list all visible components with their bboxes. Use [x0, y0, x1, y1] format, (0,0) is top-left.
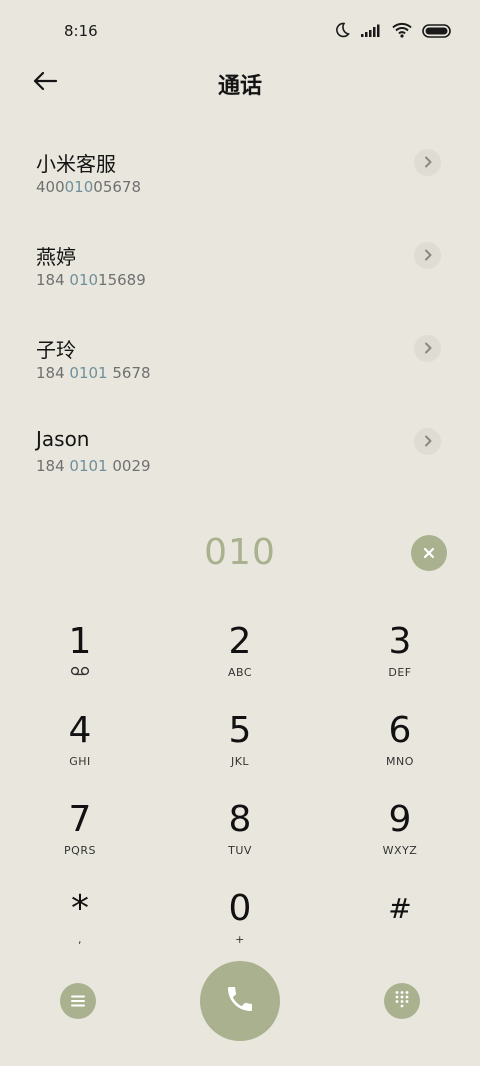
page-title: 通话: [217, 74, 262, 99]
contact-row[interactable]: Jason 184 0101 0029: [0, 413, 480, 506]
key-digit: 1: [68, 621, 92, 662]
key-digit: 7: [68, 799, 92, 840]
contact-row[interactable]: 燕婷 184 01015689: [0, 227, 480, 320]
key-letters: MNO: [386, 755, 414, 768]
key-9[interactable]: 9 WXYZ: [340, 800, 460, 880]
dialpad-toggle-button[interactable]: [384, 983, 420, 1019]
dial-entry: 010: [0, 532, 480, 576]
menu-icon: [71, 992, 85, 1011]
contact-name: 小米客服: [36, 152, 116, 176]
signal-icon: [360, 23, 382, 42]
moon-icon: [334, 22, 350, 42]
key-1[interactable]: 1: [20, 622, 140, 702]
dialed-number[interactable]: 010: [0, 532, 480, 573]
key-letters: DEF: [388, 666, 412, 679]
key-letters: ABC: [227, 666, 253, 679]
contact-row[interactable]: 小米客服 40001005678: [0, 134, 480, 227]
key-letters: +: [235, 933, 245, 946]
contact-number: 184 01015689: [36, 271, 146, 289]
clear-x-icon: [423, 544, 435, 563]
contact-name: 子玲: [36, 338, 76, 362]
contact-number: 184 0101 5678: [36, 364, 151, 382]
chevron-right-icon: [423, 339, 433, 358]
key-3[interactable]: 3 DEF: [340, 622, 460, 702]
key-digit: 2: [228, 621, 252, 662]
contact-name: Jason: [36, 427, 90, 451]
key-digit: *: [71, 888, 89, 929]
key-hash[interactable]: #: [340, 889, 460, 969]
status-icons: [334, 22, 452, 42]
dialpad-icon: [394, 990, 410, 1012]
key-letters: ,: [78, 933, 82, 946]
chevron-right-icon: [423, 246, 433, 265]
chevron-right-icon: [423, 432, 433, 451]
contact-details-button[interactable]: [414, 428, 441, 455]
key-digit: 4: [68, 710, 92, 751]
phone-icon: [224, 983, 256, 1019]
key-digit: #: [388, 892, 412, 925]
key-digit: 8: [228, 799, 252, 840]
status-time: 8:16: [64, 22, 98, 40]
key-letters: WXYZ: [382, 844, 418, 857]
key-5[interactable]: 5 JKL: [180, 711, 300, 791]
contact-name: 燕婷: [36, 245, 76, 269]
contact-row[interactable]: 子玲 184 0101 5678: [0, 320, 480, 413]
key-0[interactable]: 0 +: [180, 889, 300, 969]
bottom-actions: [0, 960, 480, 1042]
key-7[interactable]: 7 PQRS: [20, 800, 140, 880]
key-digit: 3: [388, 621, 412, 662]
key-digit: 9: [388, 799, 412, 840]
contact-details-button[interactable]: [414, 335, 441, 362]
contact-details-button[interactable]: [414, 242, 441, 269]
key-letters: JKL: [230, 755, 250, 768]
menu-button[interactable]: [60, 983, 96, 1019]
clear-button[interactable]: [411, 535, 447, 571]
key-digit: 0: [228, 888, 252, 929]
chevron-right-icon: [423, 153, 433, 172]
key-digit: 5: [228, 710, 252, 751]
key-letters: GHI: [69, 755, 91, 768]
key-letters: PQRS: [64, 844, 96, 857]
key-letters: [340, 933, 460, 947]
key-2[interactable]: 2 ABC: [180, 622, 300, 702]
battery-icon: [422, 23, 452, 42]
contact-number: 184 0101 0029: [36, 457, 151, 475]
key-6[interactable]: 6 MNO: [340, 711, 460, 791]
header: 通话: [0, 62, 480, 106]
contact-suggestions: 小米客服 40001005678 燕婷 184 01015689 子玲 184 …: [0, 134, 480, 506]
key-8[interactable]: 8 TUV: [180, 800, 300, 880]
call-button[interactable]: [200, 961, 280, 1041]
key-digit: 6: [388, 710, 412, 751]
key-4[interactable]: 4 GHI: [20, 711, 140, 791]
key-letters: TUV: [228, 844, 252, 857]
voicemail-icon: [20, 666, 140, 680]
status-bar: 8:16: [0, 0, 480, 62]
contact-number: 40001005678: [36, 178, 141, 196]
key-star[interactable]: * ,: [20, 889, 140, 969]
contact-details-button[interactable]: [414, 149, 441, 176]
wifi-icon: [392, 22, 412, 42]
